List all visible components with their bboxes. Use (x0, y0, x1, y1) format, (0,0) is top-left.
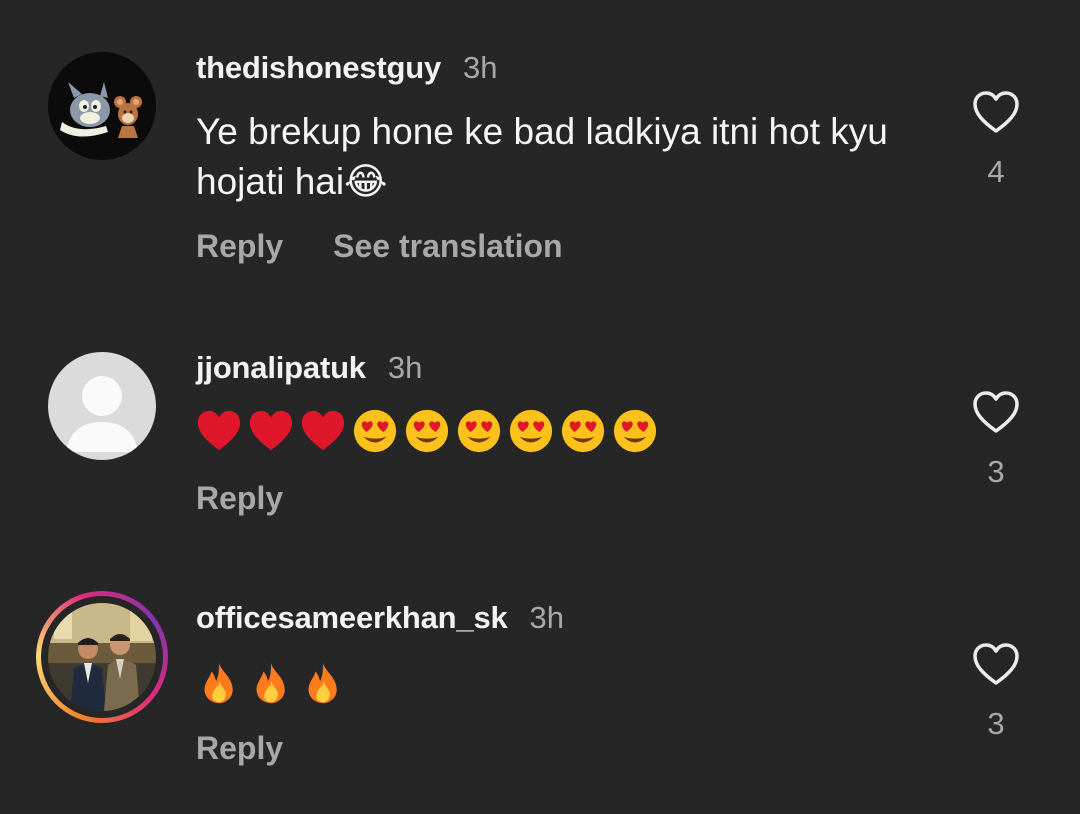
reply-button[interactable]: Reply (196, 480, 283, 517)
like-count: 4 (987, 154, 1005, 189)
avatar[interactable] (48, 603, 156, 711)
comment-item: jjonalipatuk 3h Reply 3 (0, 300, 1080, 560)
like-control: 3 (966, 390, 1026, 490)
heart-eyes-icon (457, 409, 501, 453)
heart-eyes-icon (509, 409, 553, 453)
heart-eyes-icon (561, 409, 605, 453)
red-heart-icon (301, 410, 345, 451)
username[interactable]: jjonalipatuk (196, 350, 366, 386)
story-ring[interactable] (36, 591, 168, 723)
like-control: 4 (966, 90, 1026, 190)
avatar[interactable] (48, 352, 156, 460)
heart-eyes-icon (613, 409, 657, 453)
comment-actions: Reply (196, 480, 283, 517)
tom-and-jerry-icon (60, 82, 142, 138)
comment-emojis (196, 408, 658, 454)
default-user-icon (66, 376, 138, 452)
timestamp: 3h (463, 50, 498, 85)
timestamp: 3h (387, 350, 423, 385)
timestamp: 3h (529, 600, 565, 635)
comment-text: Ye brekup hone ke bad ladkiya itni hot k… (196, 111, 888, 202)
comment-item: officesameerkhan_sk 3h Reply 3 (0, 560, 1080, 814)
like-control: 3 (966, 642, 1026, 742)
comment-item: thedishonestguy 3h Ye brekup hone ke bad… (0, 0, 1080, 300)
fire-icon (308, 662, 337, 704)
heart-eyes-icon (353, 409, 397, 453)
username[interactable]: thedishonestguy (196, 50, 441, 86)
red-heart-icon (249, 410, 293, 451)
heart-eyes-icon (405, 409, 449, 453)
reply-button[interactable]: Reply (196, 730, 283, 767)
like-count: 3 (987, 706, 1005, 741)
reply-button[interactable]: Reply (196, 228, 283, 265)
comment-actions: Reply (196, 730, 283, 767)
like-count: 3 (987, 454, 1005, 489)
profile-photo-icon (48, 603, 156, 711)
comment-meta: jjonalipatuk 3h (196, 350, 422, 386)
heart-icon[interactable] (971, 90, 1021, 134)
fire-icon (256, 662, 285, 704)
username[interactable]: officesameerkhan_sk (196, 600, 508, 636)
see-translation-button[interactable]: See translation (333, 228, 562, 265)
red-heart-icon (197, 410, 241, 451)
comments-list: thedishonestguy 3h Ye brekup hone ke bad… (0, 0, 1080, 814)
comment-emojis (196, 660, 346, 706)
fire-icon (204, 662, 233, 704)
comment-meta: thedishonestguy 3h (196, 50, 498, 86)
comment-meta: officesameerkhan_sk 3h (196, 600, 564, 636)
heart-icon[interactable] (971, 390, 1021, 434)
comment-actions: Reply See translation (196, 228, 563, 265)
heart-icon[interactable] (971, 642, 1021, 686)
avatar[interactable] (48, 52, 156, 160)
